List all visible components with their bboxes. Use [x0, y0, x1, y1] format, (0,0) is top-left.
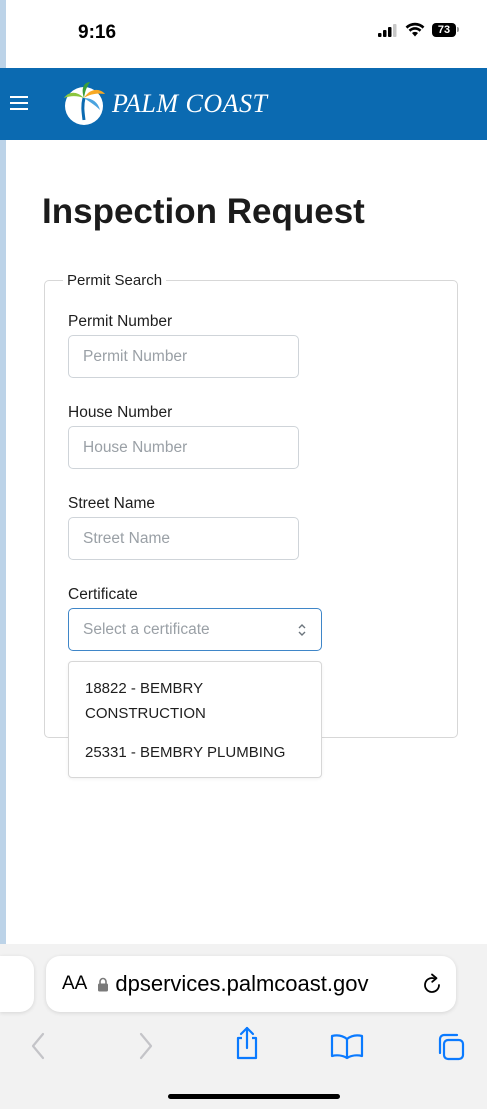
home-indicator [168, 1094, 340, 1099]
back-arrow-icon[interactable] [30, 1032, 46, 1060]
street-name-input[interactable] [68, 517, 299, 560]
browser-toolbar: AA dpservices.palmcoast.gov [0, 944, 487, 1109]
battery-level: 73 [432, 22, 456, 37]
house-number-input[interactable] [68, 426, 299, 469]
reload-icon[interactable] [420, 972, 444, 996]
certificate-option[interactable]: 25331 - BEMBRY PLUMBING [69, 734, 321, 773]
certificate-option[interactable]: 18822 - BEMBRY CONSTRUCTION [69, 670, 321, 734]
address-bar[interactable]: AA dpservices.palmcoast.gov [46, 956, 456, 1012]
status-bar: 9:16 73 [6, 0, 487, 68]
status-time: 9:16 [78, 22, 117, 43]
forward-arrow-icon[interactable] [138, 1032, 154, 1060]
battery-cap [457, 27, 459, 32]
app-header: PALM COAST [0, 68, 487, 140]
left-edge [0, 0, 6, 1109]
permit-number-input[interactable] [68, 335, 299, 378]
palm-coast-logo[interactable]: PALM COAST [60, 77, 268, 131]
certificate-dropdown-list: 18822 - BEMBRY CONSTRUCTION 25331 - BEMB… [68, 661, 322, 778]
previous-tab-pill[interactable] [0, 956, 34, 1012]
url-text: dpservices.palmcoast.gov [115, 971, 369, 996]
menu-bar-top [10, 96, 28, 98]
wifi-icon [405, 22, 425, 37]
reader-settings-button[interactable]: AA [62, 973, 87, 995]
chevron-up-down-icon [298, 623, 306, 636]
tabs-icon[interactable] [436, 1032, 466, 1062]
page-title: Inspection Request [42, 192, 365, 231]
logo-text: PALM COAST [112, 89, 268, 118]
certificate-select[interactable]: Select a certificate [68, 608, 322, 651]
bookmarks-icon[interactable] [330, 1034, 364, 1060]
palm-tree-logo-icon [64, 82, 105, 125]
status-icons: 73 [378, 22, 459, 37]
battery-icon: 73 [432, 22, 459, 37]
permit-search-legend: Permit Search [67, 272, 163, 289]
cellular-signal-icon [378, 23, 397, 37]
menu-bar-bottom [10, 108, 28, 110]
menu-bar-middle [10, 102, 28, 104]
certificate-label: Certificate [68, 586, 138, 603]
lock-icon [98, 977, 109, 991]
house-number-label: House Number [68, 404, 173, 421]
certificate-select-placeholder: Select a certificate [83, 620, 210, 638]
hamburger-menu-icon[interactable] [8, 92, 30, 114]
permit-number-label: Permit Number [68, 313, 173, 330]
street-name-label: Street Name [68, 495, 156, 512]
share-icon[interactable] [232, 1026, 262, 1060]
